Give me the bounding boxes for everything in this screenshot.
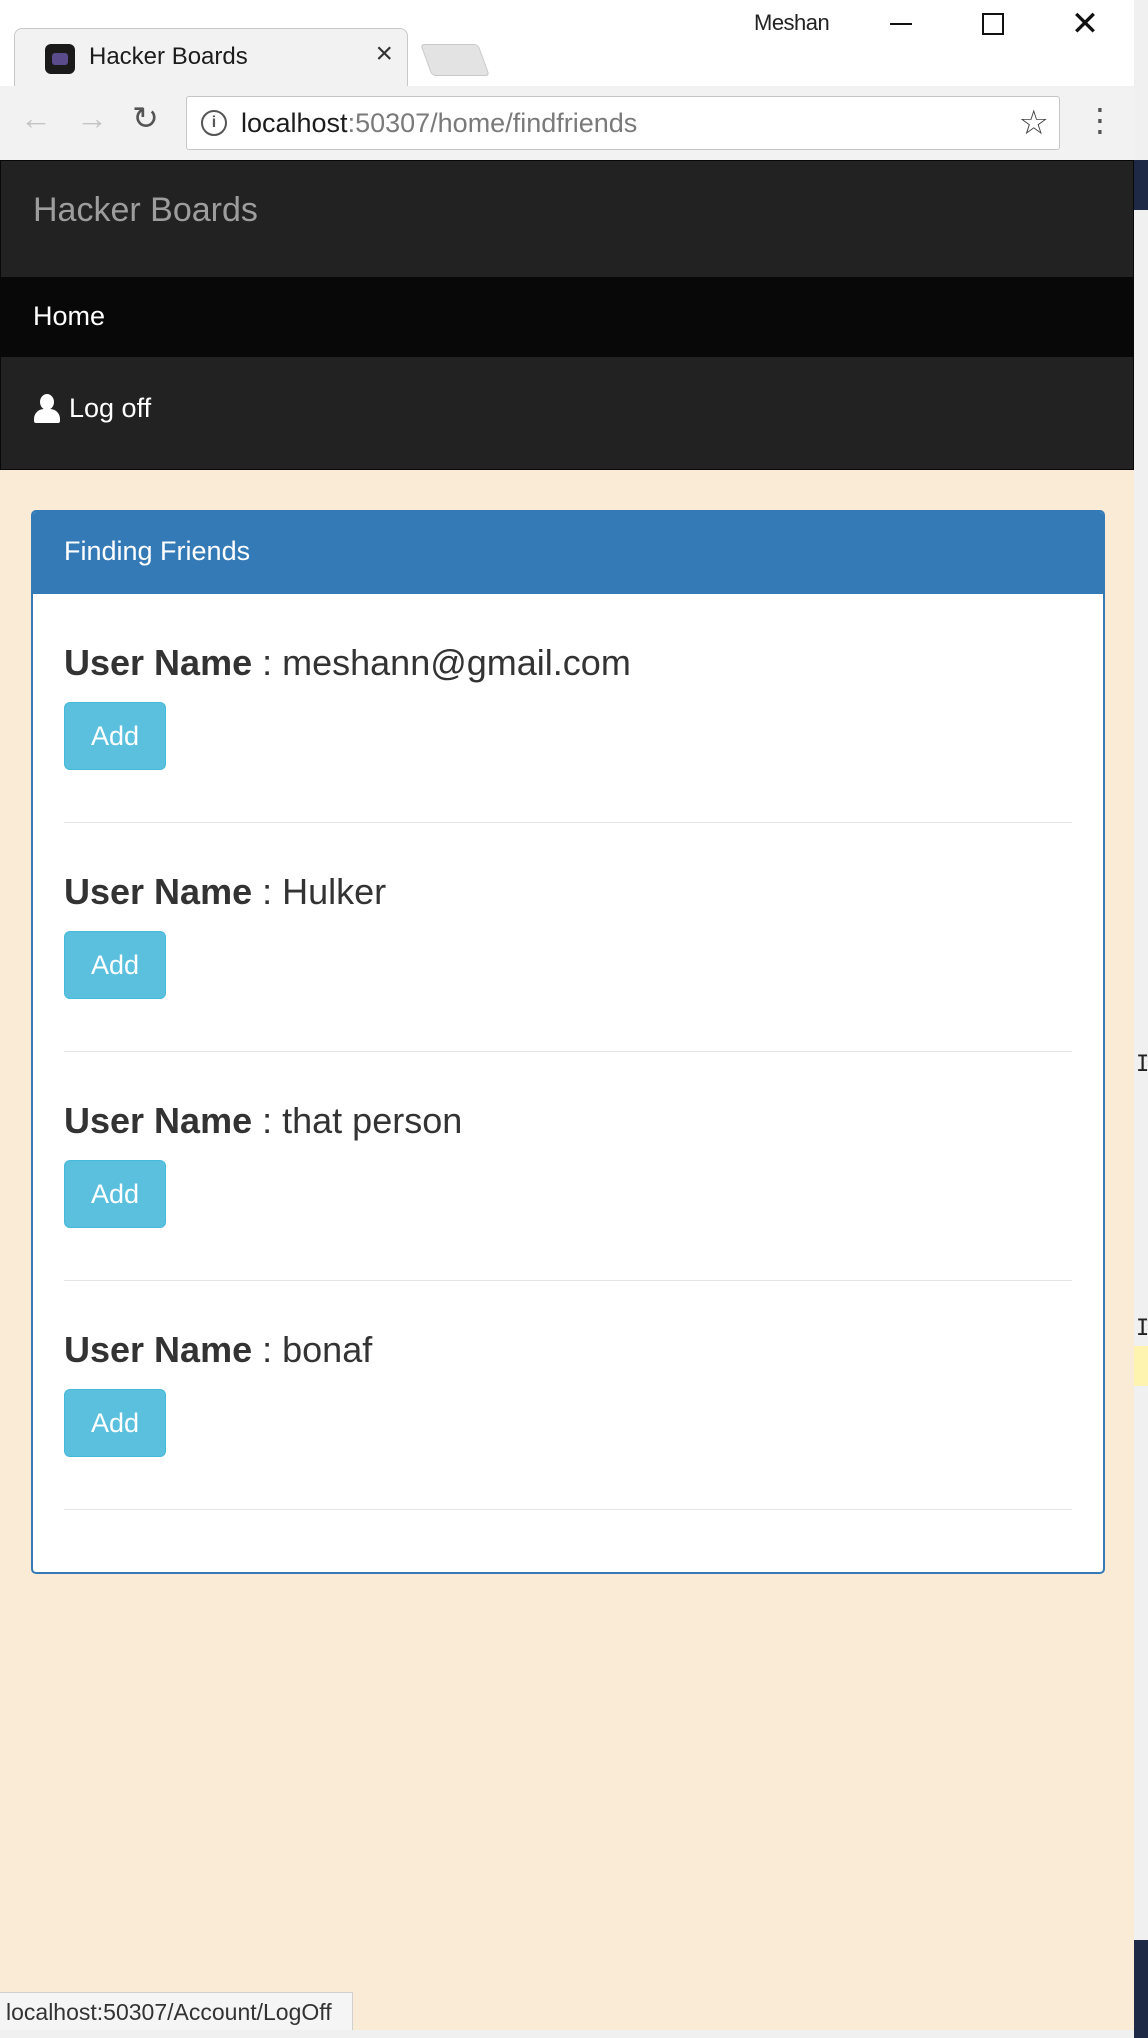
list-item: User Name : meshann@gmail.com Add bbox=[64, 594, 1072, 823]
favicon-icon bbox=[45, 44, 75, 74]
user-name-value: that person bbox=[282, 1100, 463, 1141]
tab-strip: Hacker Boards × Meshan ✕ bbox=[0, 0, 1134, 87]
add-friend-button[interactable]: Add bbox=[64, 702, 166, 770]
nav-item-home[interactable]: Home bbox=[1, 277, 1133, 357]
tab-hacker-boards[interactable]: Hacker Boards × bbox=[14, 28, 408, 87]
panel-title: Finding Friends bbox=[64, 536, 251, 566]
list-item: User Name : that person Add bbox=[64, 1052, 1072, 1281]
user-name-label: User Name bbox=[64, 871, 253, 912]
new-tab-button[interactable] bbox=[420, 44, 490, 76]
tab-title: Hacker Boards bbox=[89, 43, 248, 70]
window-bottom-edge bbox=[0, 2030, 1134, 2038]
browser-toolbar: ← → ↻ i localhost:50307/home/findfriends… bbox=[0, 86, 1134, 161]
user-name-separator: : bbox=[252, 871, 283, 912]
forward-arrow-icon[interactable]: → bbox=[76, 102, 108, 134]
user-icon bbox=[33, 393, 61, 424]
user-name-line: User Name : Hulker bbox=[64, 871, 386, 913]
row-divider bbox=[64, 1509, 1072, 1510]
user-name-value: Hulker bbox=[282, 871, 387, 912]
nav-item-logoff[interactable]: Log off bbox=[33, 393, 151, 424]
user-name-label: User Name bbox=[64, 642, 253, 683]
back-arrow-icon[interactable]: ← bbox=[20, 102, 52, 134]
user-name-separator: : bbox=[252, 1329, 283, 1370]
minimize-icon[interactable] bbox=[856, 0, 946, 48]
user-name-separator: : bbox=[252, 1100, 283, 1141]
nav-home-label: Home bbox=[33, 301, 106, 331]
site-navbar: Hacker Boards Home Log off bbox=[0, 160, 1134, 470]
maximize-icon[interactable] bbox=[948, 0, 1038, 48]
nav-logoff-label: Log off bbox=[69, 393, 152, 423]
add-friend-button[interactable]: Add bbox=[64, 931, 166, 999]
info-icon[interactable]: i bbox=[201, 110, 227, 136]
edge-highlight bbox=[1134, 1346, 1148, 1386]
close-icon[interactable]: ✕ bbox=[1040, 0, 1130, 48]
kebab-menu-icon[interactable]: ⋮ bbox=[1084, 104, 1116, 136]
user-name-label: User Name bbox=[64, 1100, 253, 1141]
user-name-value: meshann@gmail.com bbox=[282, 642, 631, 683]
user-name-label: User Name bbox=[64, 1329, 253, 1370]
url-text[interactable]: localhost:50307/home/findfriends bbox=[241, 108, 637, 139]
edge-strip bbox=[1134, 160, 1148, 210]
user-name-line: User Name : bonaf bbox=[64, 1329, 372, 1371]
list-item: User Name : Hulker Add bbox=[64, 823, 1072, 1052]
reload-icon[interactable]: ↻ bbox=[132, 102, 159, 134]
user-name-separator: : bbox=[252, 642, 283, 683]
background-window-edge: I I bbox=[1134, 0, 1148, 2038]
browser-window: Hacker Boards × Meshan ✕ ← → ↻ i localho… bbox=[0, 0, 1134, 2038]
edge-text-mark: I bbox=[1136, 1052, 1148, 1077]
page-viewport: Hacker Boards Home Log off Finding Frien… bbox=[0, 160, 1134, 2038]
finding-friends-panel: Finding Friends User Name : meshann@gmai… bbox=[31, 510, 1105, 1574]
add-friend-button[interactable]: Add bbox=[64, 1389, 166, 1457]
tab-close-icon[interactable]: × bbox=[375, 39, 393, 69]
status-bubble: localhost:50307/Account/LogOff bbox=[0, 1992, 353, 2031]
user-name-value: bonaf bbox=[282, 1329, 373, 1370]
add-friend-button[interactable]: Add bbox=[64, 1160, 166, 1228]
profile-name[interactable]: Meshan bbox=[754, 10, 830, 36]
user-name-line: User Name : meshann@gmail.com bbox=[64, 642, 631, 684]
star-icon[interactable]: ☆ bbox=[1019, 103, 1049, 143]
edge-strip bbox=[1134, 1940, 1148, 2038]
url-path: :50307/home/findfriends bbox=[347, 108, 638, 138]
url-host: localhost bbox=[241, 108, 348, 138]
list-item: User Name : bonaf Add bbox=[64, 1281, 1072, 1510]
brand-link[interactable]: Hacker Boards bbox=[33, 191, 258, 230]
user-name-line: User Name : that person bbox=[64, 1100, 462, 1142]
edge-text-mark: I bbox=[1136, 1316, 1148, 1341]
address-bar[interactable]: i localhost:50307/home/findfriends ☆ bbox=[186, 96, 1060, 150]
panel-heading: Finding Friends bbox=[33, 512, 1103, 594]
